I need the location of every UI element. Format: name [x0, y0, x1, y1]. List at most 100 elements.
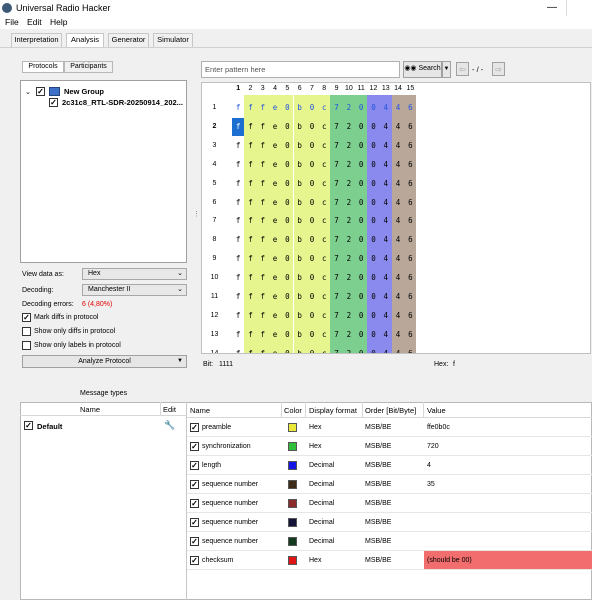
protocol-cell[interactable]: 7 [330, 269, 342, 287]
protocol-cell[interactable]: f [232, 269, 244, 287]
protocol-cell[interactable]: 0 [306, 231, 318, 249]
protocol-cell[interactable]: 7 [330, 156, 342, 174]
expand-arrow-icon[interactable]: ⌄ [25, 88, 31, 96]
menu-edit[interactable]: Edit [27, 16, 42, 28]
label-name[interactable]: sequence number [202, 475, 258, 494]
menu-help[interactable]: Help [50, 16, 67, 28]
label-name[interactable]: synchronization [202, 437, 251, 456]
protocol-cell[interactable]: f [232, 156, 244, 174]
protocol-cell[interactable]: 2 [343, 231, 355, 249]
protocol-cell[interactable]: c [318, 326, 330, 344]
decoding-select[interactable]: Manchester II ⌄ [82, 284, 187, 296]
protocol-cell[interactable]: 7 [330, 194, 342, 212]
label-row[interactable]: ✓ checksum Hex MSB/BE (should be 00) [187, 551, 592, 570]
protocol-cell[interactable]: b [294, 345, 306, 353]
search-mode-dropdown[interactable]: ▼ [442, 61, 451, 78]
label-checkbox[interactable]: ✓ [190, 556, 199, 565]
label-checkbox[interactable]: ✓ [190, 442, 199, 451]
protocol-cell[interactable]: 0 [281, 231, 293, 249]
group-name[interactable]: New Group [64, 87, 104, 96]
protocol-cell[interactable]: f [232, 231, 244, 249]
message-type-default[interactable]: Default [37, 422, 62, 431]
protocol-cell[interactable]: 0 [367, 118, 379, 136]
label-display-format[interactable]: Hex [309, 437, 321, 456]
protocol-cell[interactable]: f [244, 345, 256, 353]
tab-generator[interactable]: Generator [108, 33, 149, 47]
protocol-cell[interactable]: b [294, 307, 306, 325]
column-header[interactable]: 1 [232, 83, 244, 95]
protocol-cell[interactable]: b [294, 231, 306, 249]
protocol-cell[interactable]: c [318, 212, 330, 230]
protocol-cell[interactable]: 0 [306, 99, 318, 117]
protocol-cell[interactable]: 0 [281, 99, 293, 117]
label-checkbox[interactable]: ✓ [190, 518, 199, 527]
protocol-cell[interactable]: f [232, 117, 245, 136]
protocol-cell[interactable]: e [269, 288, 281, 306]
protocol-cell[interactable]: 4 [380, 307, 392, 325]
protocol-cell[interactable]: c [318, 307, 330, 325]
row-header[interactable]: 9 [207, 250, 222, 268]
row-header[interactable]: 5 [207, 175, 222, 193]
protocol-cell[interactable]: c [318, 118, 330, 136]
protocol-cell[interactable]: e [269, 231, 281, 249]
label-order[interactable]: MSB/BE [365, 513, 391, 532]
protocol-cell[interactable]: 0 [306, 269, 318, 287]
protocol-cell[interactable]: 0 [355, 118, 367, 136]
label-checkbox[interactable]: ✓ [190, 423, 199, 432]
protocol-cell[interactable]: 7 [330, 231, 342, 249]
splitter-handle-icon[interactable]: ⋮ [193, 210, 200, 218]
protocol-cell[interactable]: 4 [392, 307, 404, 325]
analyze-protocol-button[interactable]: Analyze Protocol ▼ [22, 355, 187, 368]
column-header[interactable]: 14 [392, 83, 404, 95]
protocol-cell[interactable]: 4 [380, 137, 392, 155]
protocol-cell[interactable]: 2 [343, 194, 355, 212]
protocol-cell[interactable]: 0 [306, 345, 318, 353]
label-display-format[interactable]: Decimal [309, 475, 334, 494]
protocol-cell[interactable]: 4 [380, 231, 392, 249]
column-header[interactable]: 4 [269, 83, 281, 95]
protocol-cell[interactable]: 0 [355, 269, 367, 287]
protocol-cell[interactable]: 4 [392, 326, 404, 344]
column-header[interactable]: 9 [330, 83, 342, 95]
protocol-cell[interactable]: 7 [330, 326, 342, 344]
protocol-cell[interactable]: 0 [306, 118, 318, 136]
protocol-cell[interactable]: 6 [404, 307, 416, 325]
protocol-cell[interactable]: 4 [380, 118, 392, 136]
protocol-cell[interactable]: 0 [306, 156, 318, 174]
protocol-cell[interactable]: 6 [404, 175, 416, 193]
protocol-cell[interactable]: 0 [355, 175, 367, 193]
protocol-cell[interactable]: f [232, 326, 244, 344]
label-order[interactable]: MSB/BE [365, 494, 391, 513]
protocol-cell[interactable]: c [318, 175, 330, 193]
label-checkbox[interactable]: ✓ [190, 537, 199, 546]
protocol-cell[interactable]: f [257, 99, 269, 117]
protocol-cell[interactable]: b [294, 118, 306, 136]
protocol-cell[interactable]: f [257, 137, 269, 155]
column-header[interactable]: 8 [318, 83, 330, 95]
label-order[interactable]: MSB/BE [365, 532, 391, 551]
protocol-cell[interactable]: f [244, 118, 256, 136]
protocol-cell[interactable]: f [244, 212, 256, 230]
protocol-cell[interactable]: 0 [306, 307, 318, 325]
row-header[interactable]: 11 [207, 288, 222, 306]
protocol-cell[interactable]: 6 [404, 345, 416, 353]
protocol-cell[interactable]: 2 [343, 269, 355, 287]
protocol-cell[interactable]: 4 [392, 231, 404, 249]
show-diffs-label[interactable]: Show only diffs in protocol [34, 328, 115, 335]
protocol-cell[interactable]: f [244, 156, 256, 174]
protocol-cell[interactable]: c [318, 194, 330, 212]
protocol-cell[interactable]: b [294, 175, 306, 193]
protocol-cell[interactable]: 2 [343, 345, 355, 353]
row-header[interactable]: 10 [207, 269, 222, 287]
column-header[interactable]: 15 [404, 83, 416, 95]
protocol-cell[interactable]: e [269, 156, 281, 174]
protocol-cell[interactable]: f [244, 250, 256, 268]
protocol-cell[interactable]: e [269, 250, 281, 268]
label-color-swatch[interactable] [288, 461, 297, 470]
label-row[interactable]: ✓ length Decimal MSB/BE 4 [187, 456, 592, 475]
protocol-cell[interactable]: c [318, 269, 330, 287]
protocol-cell[interactable]: 0 [367, 175, 379, 193]
next-result-button[interactable]: ⇨ [492, 62, 505, 76]
label-display-format[interactable]: Decimal [309, 456, 334, 475]
protocol-cell[interactable]: f [232, 288, 244, 306]
